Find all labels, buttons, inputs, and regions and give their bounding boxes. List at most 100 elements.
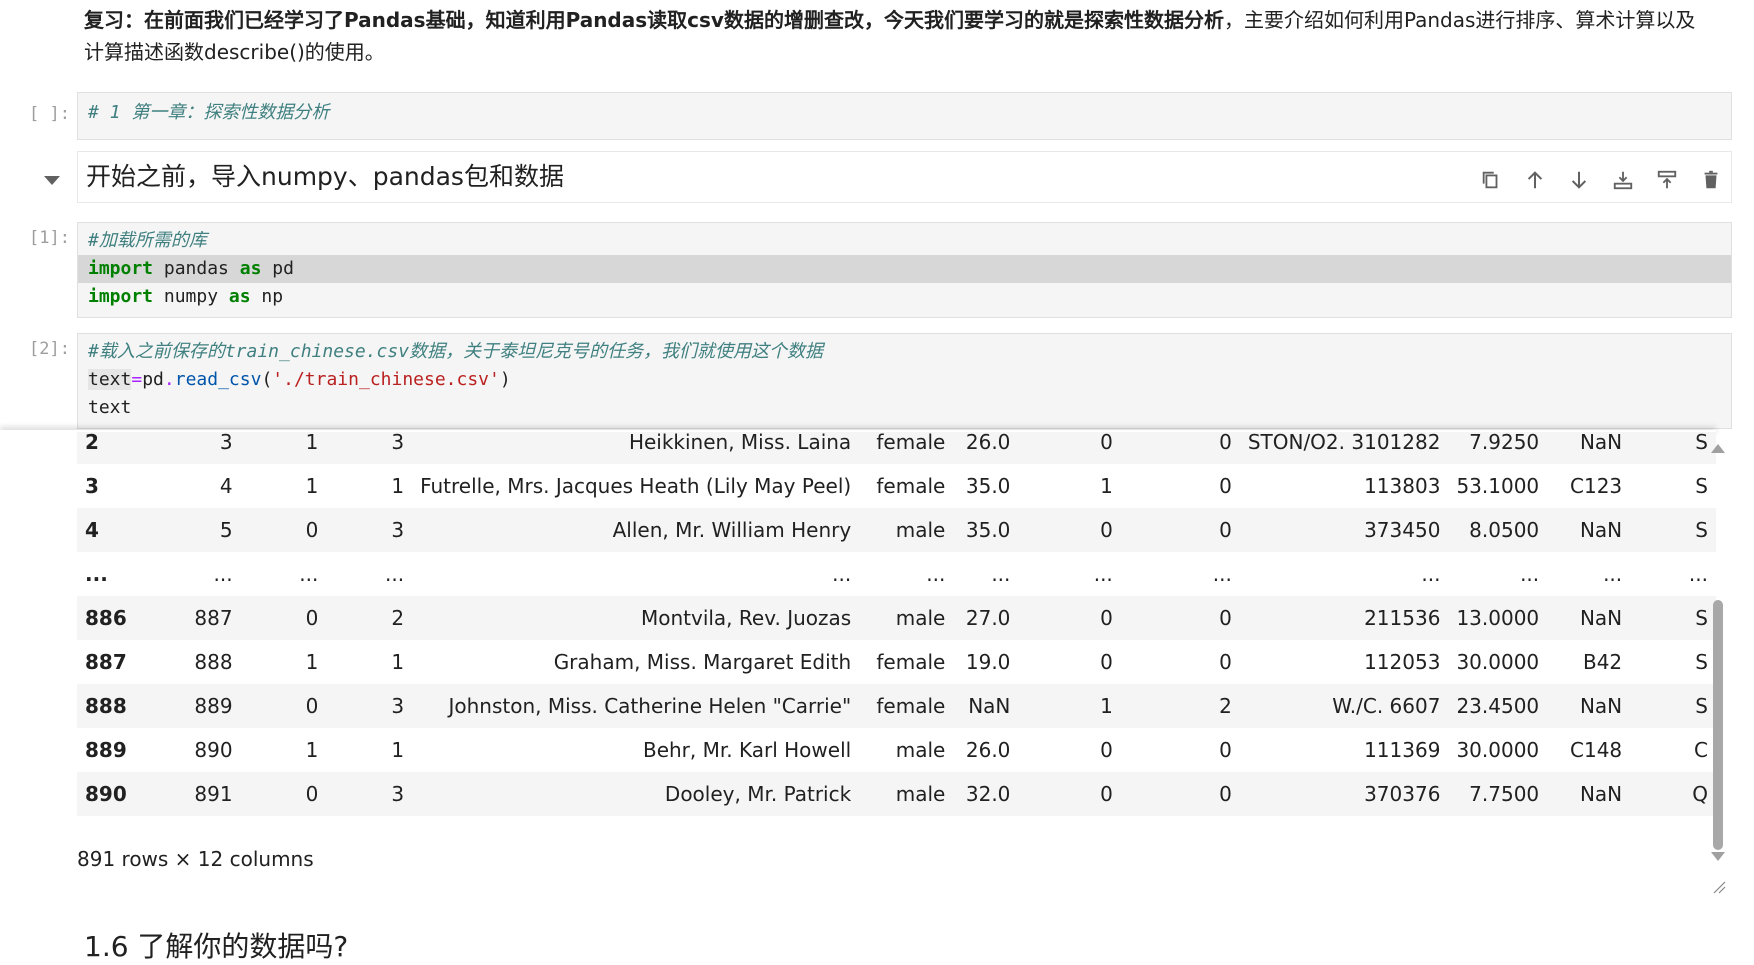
output-area[interactable]: 2 3 1 3 Heikkinen, Miss. Laina female 26.0 0 0 ST… <box>0 432 1716 897</box>
code-line-import-numpy: import numpy as np <box>78 283 1731 311</box>
table-cell: NaN <box>1547 684 1631 728</box>
alias: np <box>250 286 284 307</box>
table-cell: 0 <box>1018 772 1121 816</box>
table-cell: 1 <box>1100 474 1113 498</box>
code-editor[interactable]: #加载所需的库 import pandas as pd import numpy… <box>77 222 1732 318</box>
table-cell: W./C. 6607 <box>1239 684 1449 728</box>
table-cell: ... <box>991 562 1011 586</box>
table-cell: 111369 <box>1364 738 1441 762</box>
table-cell: Behr, Mr. Karl Howell <box>642 738 852 762</box>
table-cell: 0 <box>1219 650 1232 674</box>
table-cell: C148 <box>1570 738 1623 762</box>
table-cell: ... <box>213 562 233 586</box>
move-up-icon[interactable] <box>1520 165 1550 195</box>
code-editor[interactable]: # 1 第一章：探索性数据分析 <box>77 92 1732 140</box>
alias: pd <box>261 258 294 279</box>
table-cell: B42 <box>1582 650 1623 674</box>
table-cell: 35.0 <box>953 508 1019 552</box>
table-cell: Dooley, Mr. Patrick <box>412 772 860 816</box>
move-down-icon[interactable] <box>1564 165 1594 195</box>
resize-grip-icon[interactable] <box>1712 880 1726 894</box>
cell-prompt: [2]: <box>29 339 70 359</box>
table-cell: 1 <box>391 650 405 674</box>
table-cell: 26.0 <box>965 738 1011 762</box>
row-index: ... <box>85 562 108 586</box>
duplicate-icon[interactable] <box>1476 165 1506 195</box>
table-cell: 0 <box>1219 474 1232 498</box>
table-cell: 2 <box>326 596 413 640</box>
table-row: 890 891 0 3 Dooley, Mr. Patrick male 32.0 0 0 370… <box>77 772 1716 816</box>
scroll-down-arrow-icon[interactable] <box>1711 852 1725 861</box>
module-name: numpy <box>153 286 229 307</box>
table-cell: 0 <box>1120 508 1240 552</box>
table-cell: NaN <box>1547 432 1631 464</box>
table-cell: 26.0 <box>953 432 1019 464</box>
row-index: 888 <box>77 684 152 728</box>
table-cell: 32.0 <box>953 772 1019 816</box>
table-cell: S <box>1630 508 1716 552</box>
insert-above-icon[interactable] <box>1608 165 1638 195</box>
table-cell: Futrelle, Mrs. Jacques Heath (Lily May P… <box>420 474 852 498</box>
code-editor[interactable]: #载入之前保存的train_chinese.csv数据，关于泰坦尼克号的任务，我… <box>77 333 1732 429</box>
table-cell: 0 <box>240 596 327 640</box>
table-cell: male <box>859 772 954 816</box>
table-cell: 0 <box>1219 738 1232 762</box>
scrollbar-thumb[interactable] <box>1713 600 1723 850</box>
output-scrollbar[interactable] <box>1708 440 1726 861</box>
code-line-comment: # 1 第一章：探索性数据分析 <box>88 102 330 123</box>
scroll-up-arrow-icon[interactable] <box>1711 444 1725 453</box>
table-cell: 0 <box>1018 508 1121 552</box>
insert-below-icon[interactable] <box>1652 165 1682 195</box>
table-cell: ... <box>384 562 405 586</box>
table-cell: 211536 <box>1239 596 1449 640</box>
dataframe-table: 2 3 1 3 Heikkinen, Miss. Laina female 26.0 0 0 ST… <box>77 432 1716 816</box>
table-cell: C123 <box>1570 474 1623 498</box>
table-cell: 23.4500 <box>1448 684 1548 728</box>
table-cell: 4 <box>219 474 233 498</box>
table-cell: 1 <box>391 738 405 762</box>
code-line-read-csv: text=pd.read_csv('./train_chinese.csv') <box>78 366 1731 394</box>
row-index: 2 <box>77 432 152 464</box>
collapse-caret-icon[interactable] <box>44 176 60 185</box>
table-cell: ... <box>1688 562 1708 586</box>
table-cell: 3 <box>326 508 413 552</box>
table-cell: 13.0000 <box>1448 596 1548 640</box>
table-cell: female <box>876 474 946 498</box>
table-cell: 373450 <box>1239 508 1449 552</box>
table-cell: 0 <box>1018 596 1121 640</box>
table-row: 887 888 1 1 Graham, Miss. Margaret Edith fema… <box>77 640 1716 684</box>
table-cell: 1 <box>1018 684 1121 728</box>
code-string: './train_chinese.csv' <box>272 369 500 390</box>
table-cell: S <box>1630 432 1716 464</box>
table-cell: 0 <box>1120 432 1240 464</box>
table-cell: ... <box>832 562 852 586</box>
table-cell: 8.0500 <box>1448 508 1548 552</box>
keyword: as <box>228 286 251 307</box>
table-cell: 0 <box>1100 650 1113 674</box>
table-row: 2 3 1 3 Heikkinen, Miss. Laina female 26.0 0 0 ST… <box>77 432 1716 464</box>
table-cell: 1 <box>391 474 405 498</box>
code-line-import-pandas: import pandas as pd <box>78 255 1731 283</box>
table-cell: S <box>1695 650 1708 674</box>
table-cell: male <box>859 596 954 640</box>
table-cell: 5 <box>151 508 241 552</box>
section-heading: 1.6 了解你的数据吗? <box>84 930 349 963</box>
table-cell: ... <box>1421 562 1441 586</box>
row-index: 4 <box>77 508 152 552</box>
table-cell: NaN <box>953 684 1019 728</box>
table-cell: ... <box>1093 562 1113 586</box>
table-cell: 0 <box>240 508 327 552</box>
code-var: text <box>88 369 132 390</box>
table-cell: ... <box>1520 562 1540 586</box>
code-line-comment: #加载所需的库 <box>88 230 207 251</box>
row-index: 890 <box>77 772 152 816</box>
table-cell: 0 <box>1018 432 1121 464</box>
delete-icon[interactable] <box>1696 165 1726 195</box>
table-cell: 1 <box>240 432 327 464</box>
table-row: 889 890 1 1 Behr, Mr. Karl Howell male 26.0 0 0 1… <box>77 728 1716 772</box>
table-cell: female <box>859 432 954 464</box>
code-paren: ) <box>499 369 511 390</box>
table-cell: 7.9250 <box>1448 432 1548 464</box>
table-cell: ... <box>1603 562 1623 586</box>
table-cell: 27.0 <box>953 596 1019 640</box>
